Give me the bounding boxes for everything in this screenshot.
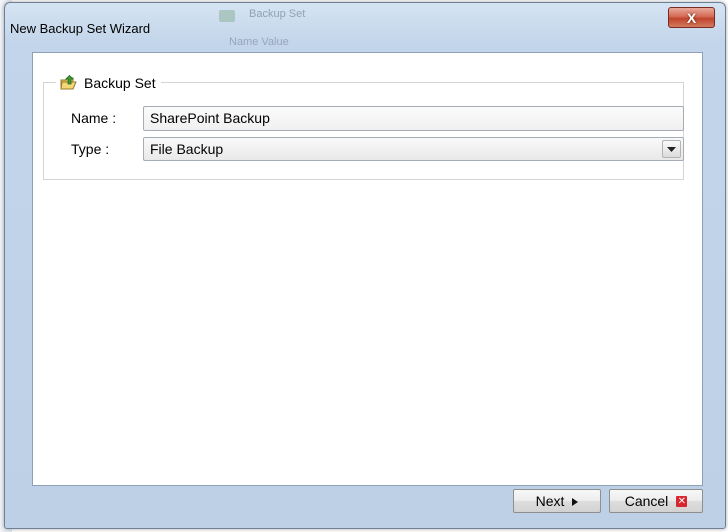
- backup-set-group: [43, 82, 684, 180]
- close-button[interactable]: X: [668, 7, 715, 28]
- backup-set-name-field[interactable]: SharePoint Backup: [143, 106, 684, 131]
- next-button[interactable]: Next: [513, 489, 601, 513]
- name-label: Name :: [71, 110, 117, 126]
- red-x-icon: ✕: [676, 495, 688, 507]
- background-app-title: Backup Set: [249, 8, 306, 20]
- backup-set-group-header: Backup Set: [56, 75, 161, 91]
- new-backup-set-wizard-dialog: New Backup Set Wizard Backup Set Name Va…: [4, 2, 726, 529]
- backup-type-value: File Backup: [150, 141, 224, 157]
- triangle-right-icon: [572, 493, 579, 509]
- background-app-columns: Name Value: [229, 36, 289, 48]
- folder-arrow-icon: [60, 75, 78, 91]
- backup-set-group-title: Backup Set: [84, 75, 156, 91]
- type-label: Type :: [71, 141, 110, 157]
- cancel-button[interactable]: Cancel ✕: [609, 489, 703, 513]
- cancel-button-label: Cancel: [624, 493, 669, 509]
- window-title: New Backup Set Wizard: [10, 21, 151, 36]
- next-button-label: Next: [535, 493, 565, 509]
- chevron-down-icon[interactable]: [662, 140, 681, 158]
- close-icon: X: [686, 9, 697, 26]
- wizard-content-panel: Backup Set Name : SharePoint Backup Type…: [32, 52, 703, 486]
- backup-type-select[interactable]: File Backup: [143, 137, 684, 161]
- background-app-icon: [219, 10, 235, 22]
